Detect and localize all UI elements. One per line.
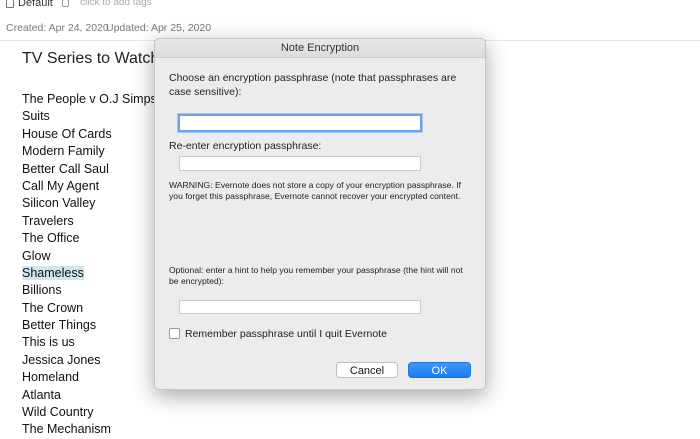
- list-item[interactable]: Modern Family: [22, 143, 171, 160]
- list-item-text: Billions: [22, 283, 62, 298]
- list-item[interactable]: Call My Agent: [22, 178, 171, 195]
- list-item-text: Suits: [22, 109, 50, 124]
- created-date: Created: Apr 24, 2020: [6, 22, 109, 34]
- passphrase-input[interactable]: [178, 114, 422, 132]
- list-item-text: The Office: [22, 231, 80, 246]
- reenter-passphrase-input[interactable]: [179, 156, 421, 171]
- list-item-text: This is us: [22, 335, 75, 350]
- tag-icon: [62, 0, 69, 7]
- list-item-text: Atlanta: [22, 387, 61, 402]
- updated-date: Updated: Apr 25, 2020: [106, 22, 212, 34]
- list-item-text: Modern Family: [22, 144, 105, 159]
- list-item-text: Jessica Jones: [22, 352, 101, 367]
- ok-button[interactable]: OK: [408, 362, 471, 378]
- list-item-text: Glow: [22, 248, 51, 263]
- list-item[interactable]: Atlanta: [22, 387, 171, 404]
- notebook-icon: [6, 0, 14, 8]
- list-item-text: Call My Agent: [22, 178, 100, 193]
- note-header-bar: Default click to add tags: [0, 0, 700, 12]
- list-item-text: Silicon Valley: [22, 196, 96, 211]
- note-title[interactable]: TV Series to Watch: [22, 50, 159, 68]
- note-encryption-dialog: Note Encryption Choose an encryption pas…: [154, 38, 486, 390]
- list-item[interactable]: Billions: [22, 282, 171, 299]
- list-item-text: Better Things: [22, 318, 97, 333]
- hint-input[interactable]: [179, 300, 421, 314]
- notebook-name: Default: [18, 0, 53, 9]
- warning-text: WARNING: Evernote does not store a copy …: [169, 180, 462, 201]
- list-item-text: Shameless: [22, 265, 84, 280]
- list-item-text: Homeland: [22, 370, 79, 385]
- list-item-text: Better Call Saul: [22, 161, 109, 176]
- remember-passphrase-label: Remember passphrase until I quit Evernot…: [185, 328, 387, 340]
- list-item[interactable]: Wild Country: [22, 404, 171, 421]
- reenter-passphrase-label: Re-enter encryption passphrase:: [169, 140, 322, 152]
- add-tags-field[interactable]: click to add tags: [80, 0, 152, 8]
- list-item[interactable]: Better Things: [22, 317, 171, 334]
- list-item[interactable]: Jessica Jones: [22, 352, 171, 369]
- list-item[interactable]: Shameless: [22, 265, 171, 282]
- list-item-text: House Of Cards: [22, 126, 112, 141]
- list-item-text: The Mechanism: [22, 422, 111, 437]
- hint-label: Optional: enter a hint to help you remem…: [169, 265, 463, 286]
- note-body-list[interactable]: The People v O.J Simpson Suits House Of Ca…: [22, 91, 171, 439]
- remember-passphrase-checkbox[interactable]: [169, 328, 180, 339]
- list-item[interactable]: Glow: [22, 248, 171, 265]
- list-item[interactable]: This is us: [22, 334, 171, 351]
- list-item[interactable]: The Office: [22, 230, 171, 247]
- list-item[interactable]: Homeland: [22, 369, 171, 386]
- list-item[interactable]: The People v O.J Simpson: [22, 91, 171, 108]
- cancel-button[interactable]: Cancel: [336, 362, 398, 378]
- list-item-text: Travelers: [22, 213, 74, 228]
- notebook-selector[interactable]: Default: [6, 0, 53, 9]
- list-item[interactable]: The Crown: [22, 300, 171, 317]
- list-item[interactable]: House Of Cards: [22, 126, 171, 143]
- list-item[interactable]: The Mechanism: [22, 421, 171, 438]
- list-item[interactable]: Travelers: [22, 213, 171, 230]
- list-item[interactable]: Suits: [22, 108, 171, 125]
- list-item-text: The Crown: [22, 300, 84, 315]
- list-item[interactable]: Silicon Valley: [22, 195, 171, 212]
- list-item-text: Wild Country: [22, 405, 94, 420]
- dialog-title: Note Encryption: [155, 39, 485, 58]
- passphrase-label: Choose an encryption passphrase (note th…: [169, 72, 457, 98]
- list-item-text: The People v O.J Simpson: [22, 92, 171, 106]
- list-item[interactable]: Better Call Saul: [22, 161, 171, 178]
